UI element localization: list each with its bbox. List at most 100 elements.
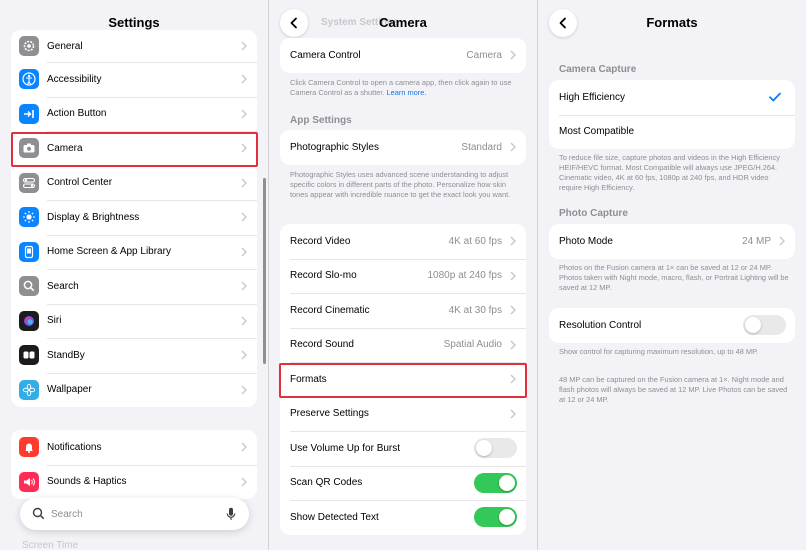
sidebar-item-siri[interactable]: Siri bbox=[11, 303, 257, 339]
row-label: Photo Mode bbox=[559, 235, 613, 247]
sidebar-item-label: Notifications bbox=[47, 441, 102, 453]
sidebar-item-label: General bbox=[47, 40, 83, 52]
resolution-control-group: Resolution Control bbox=[549, 308, 795, 343]
row-value: 4K at 60 fps bbox=[448, 235, 502, 247]
sidebar-item-notifications[interactable]: Notifications bbox=[11, 430, 257, 465]
row-value: Camera bbox=[466, 49, 502, 61]
sidebar-item-display-brightness[interactable]: Display & Brightness bbox=[11, 200, 257, 235]
preserve-settings-row[interactable]: Preserve Settings bbox=[280, 396, 526, 432]
sidebar-item-search[interactable]: Search bbox=[11, 269, 257, 304]
toggle-knob bbox=[476, 440, 492, 457]
photographic-styles-group: Photographic Styles Standard bbox=[280, 130, 526, 165]
scroll-indicator[interactable] bbox=[263, 178, 266, 364]
camera-capture-header: Camera Capture bbox=[559, 64, 637, 75]
resolution-control-toggle[interactable] bbox=[743, 315, 786, 336]
chevron-right-icon bbox=[510, 142, 516, 152]
chevron-right-icon bbox=[510, 409, 516, 419]
page-title: Camera bbox=[379, 15, 427, 30]
chevron-right-icon bbox=[510, 236, 516, 246]
show-detected-text-toggle[interactable] bbox=[474, 507, 517, 528]
chevron-right-icon bbox=[241, 350, 247, 360]
row-label: Scan QR Codes bbox=[290, 477, 363, 489]
most-compatible-option[interactable]: Most Compatible bbox=[549, 114, 795, 150]
sidebar-item-screen-time-peek: Screen Time bbox=[22, 540, 79, 550]
camera-panel: System Settings Camera Camera Control Ca… bbox=[269, 0, 537, 550]
volume-up-burst-row: Use Volume Up for Burst bbox=[280, 431, 526, 466]
capture-footer: To reduce file size, capture photos and … bbox=[559, 153, 780, 192]
sidebar-item-standby[interactable]: StandBy bbox=[11, 338, 257, 373]
sun-icon bbox=[19, 207, 39, 228]
camera-control-footer: Click Camera Control to open a camera ap… bbox=[290, 78, 512, 97]
photo-mode-row[interactable]: Photo Mode 24 MP bbox=[549, 224, 795, 259]
photographic-styles-row[interactable]: Photographic Styles Standard bbox=[280, 130, 526, 165]
chevron-right-icon bbox=[241, 281, 247, 291]
sidebar-item-label: Siri bbox=[47, 315, 62, 327]
row-label: Record Slo-mo bbox=[290, 270, 357, 282]
record-cinematic-row[interactable]: Record Cinematic 4K at 30 fps bbox=[280, 293, 526, 328]
resolution-footer-2: 48 MP can be captured on the Fusion came… bbox=[559, 375, 788, 404]
row-label: Show Detected Text bbox=[290, 511, 379, 523]
chevron-right-icon bbox=[510, 305, 516, 315]
accessibility-icon bbox=[19, 69, 39, 90]
record-video-row[interactable]: Record Video 4K at 60 fps bbox=[280, 224, 526, 259]
gear-icon bbox=[19, 36, 39, 56]
photographic-styles-footer: Photographic Styles uses advanced scene … bbox=[290, 170, 511, 199]
chevron-right-icon bbox=[510, 340, 516, 350]
formats-row[interactable]: Formats bbox=[280, 362, 526, 397]
row-label: Preserve Settings bbox=[290, 408, 369, 420]
row-value: 24 MP bbox=[742, 235, 771, 247]
camera-control-group: Camera Control Camera bbox=[280, 38, 526, 73]
settings-group-notifications: Notifications Sounds & Haptics bbox=[11, 430, 257, 499]
high-efficiency-option[interactable]: High Efficiency bbox=[549, 80, 795, 115]
scan-qr-codes-toggle[interactable] bbox=[474, 472, 517, 493]
checkmark-icon bbox=[769, 92, 781, 102]
sidebar-item-label: Wallpaper bbox=[47, 384, 92, 396]
sidebar-item-label: Accessibility bbox=[47, 73, 102, 85]
chevron-right-icon bbox=[241, 442, 247, 452]
search-input[interactable]: Search bbox=[20, 498, 249, 530]
row-value: Spatial Audio bbox=[443, 339, 502, 351]
sidebar-item-control-center[interactable]: Control Center bbox=[11, 165, 257, 201]
wallpaper-icon bbox=[19, 379, 39, 400]
row-label: Camera Control bbox=[290, 49, 361, 61]
sidebar-item-sounds-haptics[interactable]: Sounds & Haptics bbox=[11, 464, 257, 500]
volume-up-burst-toggle[interactable] bbox=[474, 438, 517, 459]
chevron-right-icon bbox=[510, 374, 516, 384]
sidebar-item-wallpaper[interactable]: Wallpaper bbox=[11, 372, 257, 408]
app-settings-header: App Settings bbox=[290, 115, 352, 126]
chevron-right-icon bbox=[241, 385, 247, 395]
sidebar-item-label: Display & Brightness bbox=[47, 211, 140, 223]
sidebar-item-accessibility[interactable]: Accessibility bbox=[11, 62, 257, 97]
sidebar-item-general[interactable]: General bbox=[11, 30, 257, 62]
chevron-right-icon bbox=[241, 109, 247, 119]
control-center-icon bbox=[19, 172, 39, 193]
row-label: Record Cinematic bbox=[290, 304, 370, 316]
page-title: Settings bbox=[108, 15, 160, 30]
recording-group: Record Video 4K at 60 fps Record Slo-mo … bbox=[280, 224, 526, 535]
page-title: Formats bbox=[646, 15, 698, 30]
sidebar-item-label: Control Center bbox=[47, 177, 113, 189]
microphone-icon[interactable] bbox=[226, 507, 236, 521]
record-slo-mo-row[interactable]: Record Slo-mo 1080p at 240 fps bbox=[280, 258, 526, 294]
row-label: Resolution Control bbox=[559, 319, 642, 331]
home-screen-icon bbox=[19, 241, 39, 262]
resolution-footer-1: Show control for capturing maximum resol… bbox=[559, 347, 759, 356]
show-detected-text-row: Show Detected Text bbox=[280, 500, 526, 535]
chevron-right-icon bbox=[241, 247, 247, 257]
sidebar-item-camera[interactable]: Camera bbox=[11, 131, 257, 166]
search-icon bbox=[32, 507, 45, 520]
photo-mode-group: Photo Mode 24 MP bbox=[549, 224, 795, 259]
sidebar-item-label: Action Button bbox=[47, 108, 107, 120]
camera-capture-group: High Efficiency Most Compatible bbox=[549, 80, 795, 149]
toggle-knob bbox=[499, 474, 515, 491]
row-value: Standard bbox=[461, 141, 502, 153]
sidebar-item-home-screen[interactable]: Home Screen & App Library bbox=[11, 234, 257, 270]
row-label: Record Sound bbox=[290, 339, 354, 351]
sidebar-item-action-button[interactable]: Action Button bbox=[11, 96, 257, 132]
row-label: Formats bbox=[290, 373, 327, 385]
record-sound-row[interactable]: Record Sound Spatial Audio bbox=[280, 327, 526, 363]
row-label: Photographic Styles bbox=[290, 141, 379, 153]
camera-control-row[interactable]: Camera Control Camera bbox=[280, 38, 526, 73]
sidebar-item-label: StandBy bbox=[47, 349, 85, 361]
learn-more-link[interactable]: Learn more. bbox=[387, 88, 427, 97]
